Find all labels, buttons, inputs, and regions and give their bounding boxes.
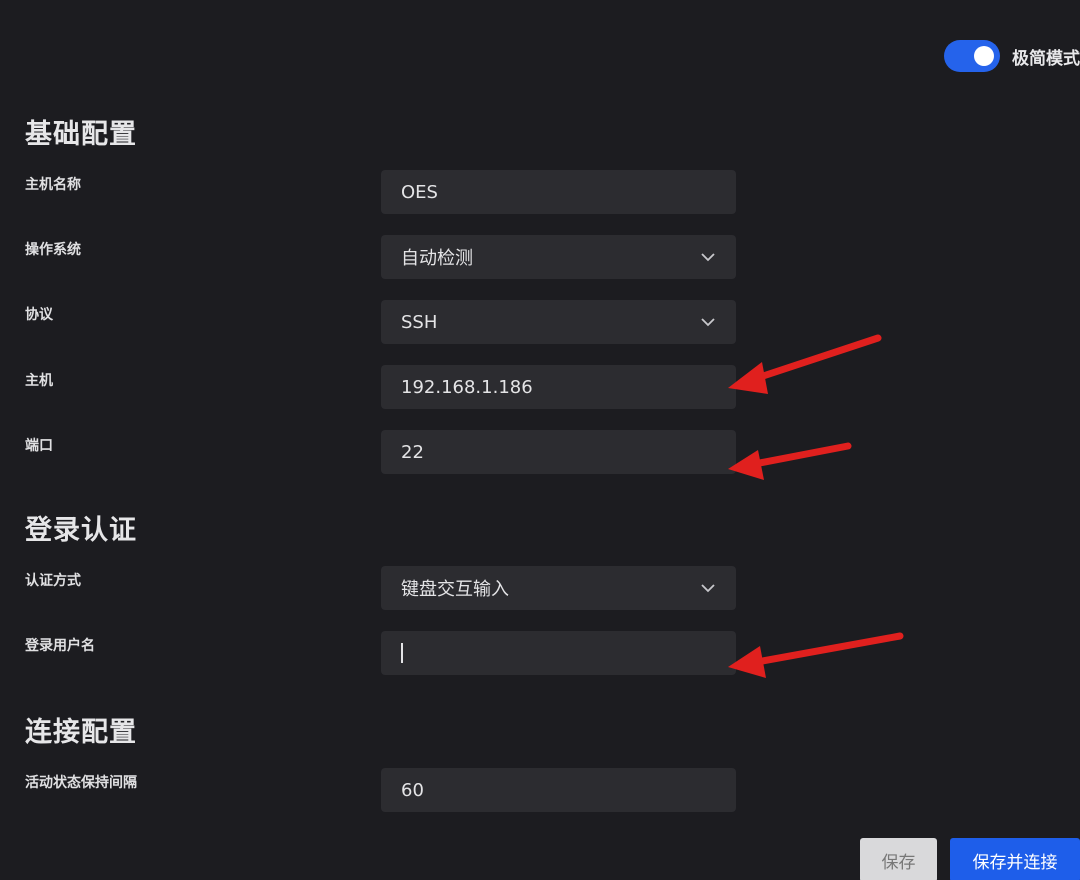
host-field[interactable]: 192.168.1.186	[381, 365, 736, 409]
os-label: 操作系统	[25, 242, 81, 258]
host-value: 192.168.1.186	[401, 376, 533, 398]
save-button[interactable]: 保存	[860, 838, 937, 880]
chevron-down-icon	[700, 249, 716, 265]
hostname-field[interactable]: OES	[381, 170, 736, 214]
red-arrow-icon	[728, 334, 882, 394]
keepalive-field[interactable]: 60	[381, 768, 736, 812]
hostname-label: 主机名称	[25, 177, 81, 193]
hostname-value: OES	[401, 181, 438, 203]
auth-method-value: 键盘交互输入	[401, 579, 509, 600]
chevron-down-icon	[700, 580, 716, 596]
username-label: 登录用户名	[25, 638, 95, 654]
auth-method-label: 认证方式	[25, 573, 81, 589]
keepalive-label: 活动状态保持间隔	[25, 775, 137, 791]
simple-mode-toggle[interactable]	[944, 40, 1000, 72]
keepalive-value: 60	[401, 779, 424, 801]
section-title-auth: 登录认证	[25, 515, 137, 546]
protocol-value: SSH	[401, 311, 438, 333]
section-title-basic: 基础配置	[25, 119, 137, 150]
text-caret	[401, 643, 403, 663]
toggle-knob	[974, 46, 994, 66]
username-field[interactable]	[381, 631, 736, 675]
protocol-label: 协议	[25, 307, 53, 323]
simple-mode-label: 极简模式	[1012, 48, 1080, 69]
port-value: 22	[401, 441, 424, 463]
os-value: 自动检测	[401, 248, 473, 269]
protocol-select[interactable]: SSH	[381, 300, 736, 344]
red-arrow-icon	[728, 442, 852, 480]
save-and-connect-button[interactable]: 保存并连接	[950, 838, 1080, 880]
chevron-down-icon	[700, 314, 716, 330]
red-arrow-icon	[728, 632, 904, 678]
host-label: 主机	[25, 373, 53, 389]
auth-method-select[interactable]: 键盘交互输入	[381, 566, 736, 610]
port-field[interactable]: 22	[381, 430, 736, 474]
os-select[interactable]: 自动检测	[381, 235, 736, 279]
simple-mode-toggle-group: 极简模式	[944, 40, 1080, 72]
port-label: 端口	[25, 438, 53, 454]
connection-config-page: 极简模式 基础配置 主机名称 OES 操作系统 自动检测 协议 SSH 主机 1…	[0, 0, 1080, 880]
section-title-connection: 连接配置	[25, 717, 137, 748]
